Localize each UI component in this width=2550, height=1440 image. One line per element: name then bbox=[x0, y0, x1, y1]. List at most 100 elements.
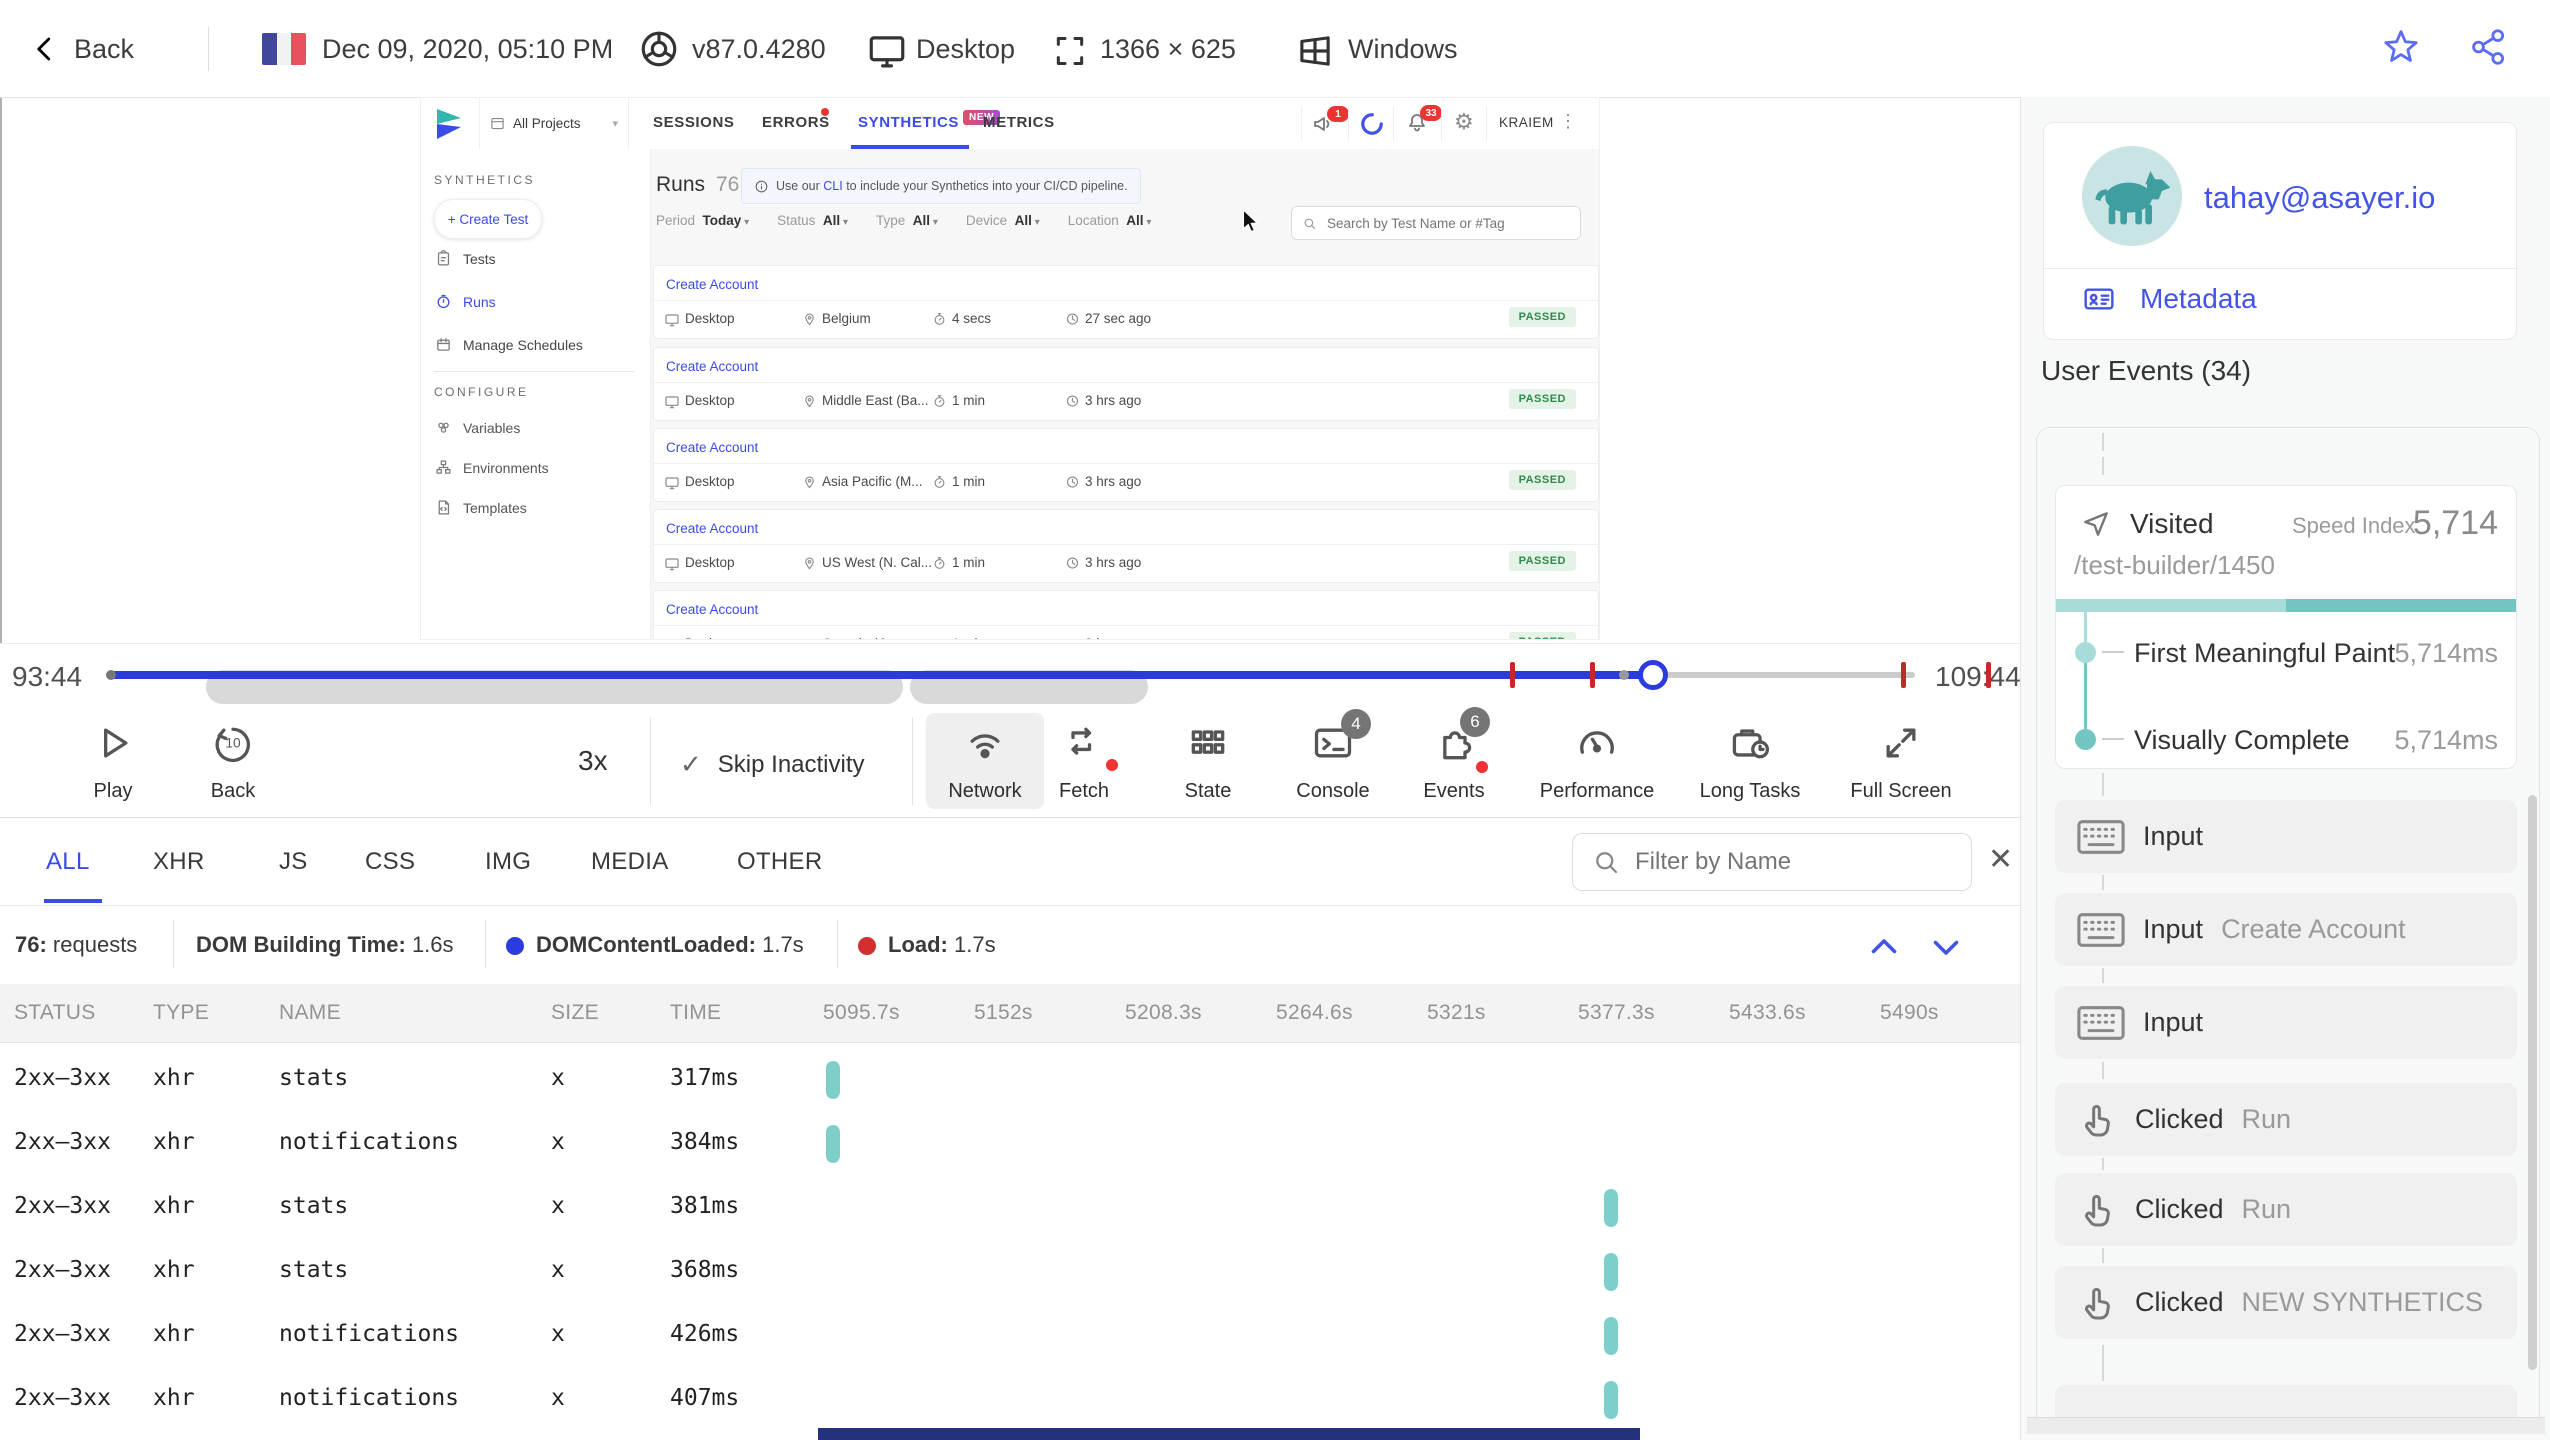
cell-size: x bbox=[551, 1129, 565, 1155]
replay-viewport[interactable]: All Projects ▾ SESSIONS ERRORS SYNTHETIC… bbox=[420, 97, 1600, 640]
vc-tick bbox=[2102, 738, 2124, 740]
toolbar-divider bbox=[1441, 106, 1442, 141]
cell-time: 407ms bbox=[670, 1385, 740, 1411]
network-request-row[interactable]: 2xx–3xx xhr notifications x 426ms bbox=[0, 1304, 2020, 1368]
long-tasks-panel-button[interactable]: Long Tasks bbox=[1685, 713, 1815, 809]
cell-type: xhr bbox=[153, 1065, 195, 1091]
replay-tab-metrics: METRICS bbox=[983, 114, 1055, 131]
network-request-row[interactable]: 2xx–3xx xhr notifications x 407ms bbox=[0, 1368, 2020, 1432]
error-marker[interactable] bbox=[1510, 662, 1515, 688]
tab-other[interactable]: OTHER bbox=[737, 848, 823, 876]
cell-time: 368ms bbox=[670, 1257, 740, 1283]
cell-status: 2xx–3xx bbox=[14, 1257, 111, 1283]
network-request-row[interactable]: 2xx–3xx xhr stats x 381ms bbox=[0, 1176, 2020, 1240]
network-request-row[interactable]: 2xx–3xx xhr stats x 368ms bbox=[0, 1240, 2020, 1304]
share-icon[interactable] bbox=[2468, 26, 2510, 68]
fmp-tick bbox=[2102, 651, 2124, 653]
run-duration: 1 min bbox=[952, 393, 986, 408]
network-request-row[interactable]: 2xx–3xx xhr stats x 317ms bbox=[0, 1048, 2020, 1112]
jump-up-icon[interactable] bbox=[1866, 929, 1902, 965]
playhead[interactable] bbox=[1638, 660, 1668, 690]
timeline-track[interactable] bbox=[106, 656, 1915, 704]
network-request-row[interactable]: 2xx–3xx xhr notifications x 384ms bbox=[0, 1112, 2020, 1176]
jump-down-icon[interactable] bbox=[1928, 929, 1964, 965]
visited-url: /test-builder/1450 bbox=[2074, 550, 2275, 580]
sidebar-scrollbar-thumb[interactable] bbox=[2528, 795, 2537, 1370]
gauge-icon bbox=[1580, 731, 1614, 754]
cell-type: xhr bbox=[153, 1257, 195, 1283]
toolbar-divider bbox=[1486, 106, 1487, 141]
speed-index-label: Speed Index bbox=[2292, 513, 2416, 538]
col-type: TYPE bbox=[153, 1001, 210, 1024]
play-button[interactable]: Play bbox=[53, 713, 173, 809]
user-email[interactable]: tahay@asayer.io bbox=[2204, 180, 2435, 216]
user-card: tahay@asayer.io Metadata bbox=[2043, 122, 2518, 340]
speed-index-value: 5,714 bbox=[2412, 504, 2498, 542]
fetch-panel-button[interactable]: Fetch bbox=[1024, 713, 1144, 809]
clicked-event-card[interactable]: Clicked NEW SYNTHETICS bbox=[2055, 1266, 2517, 1339]
state-panel-button[interactable]: State bbox=[1148, 713, 1268, 809]
metric-line bbox=[2084, 652, 2087, 739]
input-event-card[interactable]: Input Create Account bbox=[2055, 893, 2517, 966]
input-event-card[interactable]: Input bbox=[2055, 800, 2517, 873]
console-panel-button[interactable]: Console 4 bbox=[1273, 709, 1393, 809]
close-panel-icon[interactable]: ✕ bbox=[1988, 842, 2013, 877]
cell-type: xhr bbox=[153, 1385, 195, 1411]
tab-all[interactable]: ALL bbox=[46, 848, 90, 876]
location-pin-icon bbox=[805, 395, 814, 408]
tab-img[interactable]: IMG bbox=[485, 848, 531, 876]
time-col: 5490s bbox=[1880, 1001, 1939, 1024]
cell-name: stats bbox=[279, 1257, 349, 1283]
speed-toggle[interactable]: 3x bbox=[578, 745, 608, 777]
cell-time: 384ms bbox=[670, 1129, 740, 1155]
event-connector bbox=[2102, 1062, 2104, 1079]
events-alert-dot bbox=[1476, 761, 1488, 773]
location-pin-icon bbox=[805, 557, 814, 570]
wifi-icon bbox=[970, 734, 1000, 759]
sidebar-item-environments: Environments bbox=[435, 459, 549, 476]
clock-icon bbox=[1066, 313, 1079, 325]
horizontal-scrollbar-thumb[interactable] bbox=[818, 1428, 1640, 1440]
run-location: Middle East (Ba... bbox=[822, 393, 929, 408]
run-name-link: Create Account bbox=[666, 277, 759, 292]
time-col: 5321s bbox=[1427, 1001, 1486, 1024]
clicked-event-card[interactable]: Clicked Run bbox=[2055, 1083, 2517, 1156]
sitemap-icon bbox=[436, 460, 451, 474]
stopwatch-icon bbox=[437, 294, 450, 309]
section-configure: CONFIGURE bbox=[434, 385, 529, 399]
timeline-progress bbox=[110, 671, 1655, 679]
event-connector bbox=[2102, 1248, 2104, 1263]
run-card: Create Account Desktop US West (N. Cal..… bbox=[654, 510, 1598, 582]
back-10s-button[interactable]: 10 Back bbox=[173, 713, 293, 809]
back-button[interactable]: Back bbox=[30, 25, 134, 73]
cell-size: x bbox=[551, 1257, 565, 1283]
error-marker[interactable] bbox=[1901, 662, 1906, 688]
tab-xhr[interactable]: XHR bbox=[153, 848, 205, 876]
error-marker[interactable] bbox=[1986, 662, 1991, 688]
replay-tab-sessions: SESSIONS bbox=[653, 114, 735, 131]
performance-panel-button[interactable]: Performance bbox=[1537, 713, 1657, 809]
clicked-event-card[interactable]: Clicked Run bbox=[2055, 1173, 2517, 1246]
cli-notice: Use our CLI to include your Synthetics i… bbox=[741, 168, 1141, 204]
replay-search-input bbox=[1325, 214, 1559, 232]
run-name-link: Create Account bbox=[666, 359, 759, 374]
full-screen-button[interactable]: Full Screen bbox=[1835, 713, 1967, 809]
screen-resolution: 1366 × 625 bbox=[1100, 34, 1236, 64]
favorite-star-icon[interactable] bbox=[2380, 26, 2422, 68]
tab-css[interactable]: CSS bbox=[365, 848, 415, 876]
visited-event-card[interactable]: Visited Speed Index 5,714 /test-builder/… bbox=[2055, 485, 2517, 769]
filter-period: Period Today ▾ bbox=[656, 213, 750, 228]
tab-media[interactable]: MEDIA bbox=[591, 848, 669, 876]
sidebar-item-runs: Runs bbox=[435, 293, 496, 310]
error-marker[interactable] bbox=[1590, 662, 1595, 688]
tab-js[interactable]: JS bbox=[279, 848, 308, 876]
events-count-badge: 6 bbox=[1460, 707, 1490, 737]
metadata-button[interactable]: Metadata bbox=[2080, 283, 2257, 315]
cell-status: 2xx–3xx bbox=[14, 1385, 111, 1411]
events-panel-button[interactable]: Events 6 bbox=[1394, 707, 1514, 809]
network-tabs: ALL XHR JS CSS IMG MEDIA OTHER ✕ bbox=[0, 818, 2020, 906]
col-size: SIZE bbox=[551, 1001, 599, 1024]
filter-by-name-input[interactable] bbox=[1633, 847, 1937, 877]
input-event-card[interactable]: Input bbox=[2055, 986, 2517, 1059]
skip-inactivity-toggle[interactable]: ✓ Skip Inactivity bbox=[680, 749, 865, 780]
